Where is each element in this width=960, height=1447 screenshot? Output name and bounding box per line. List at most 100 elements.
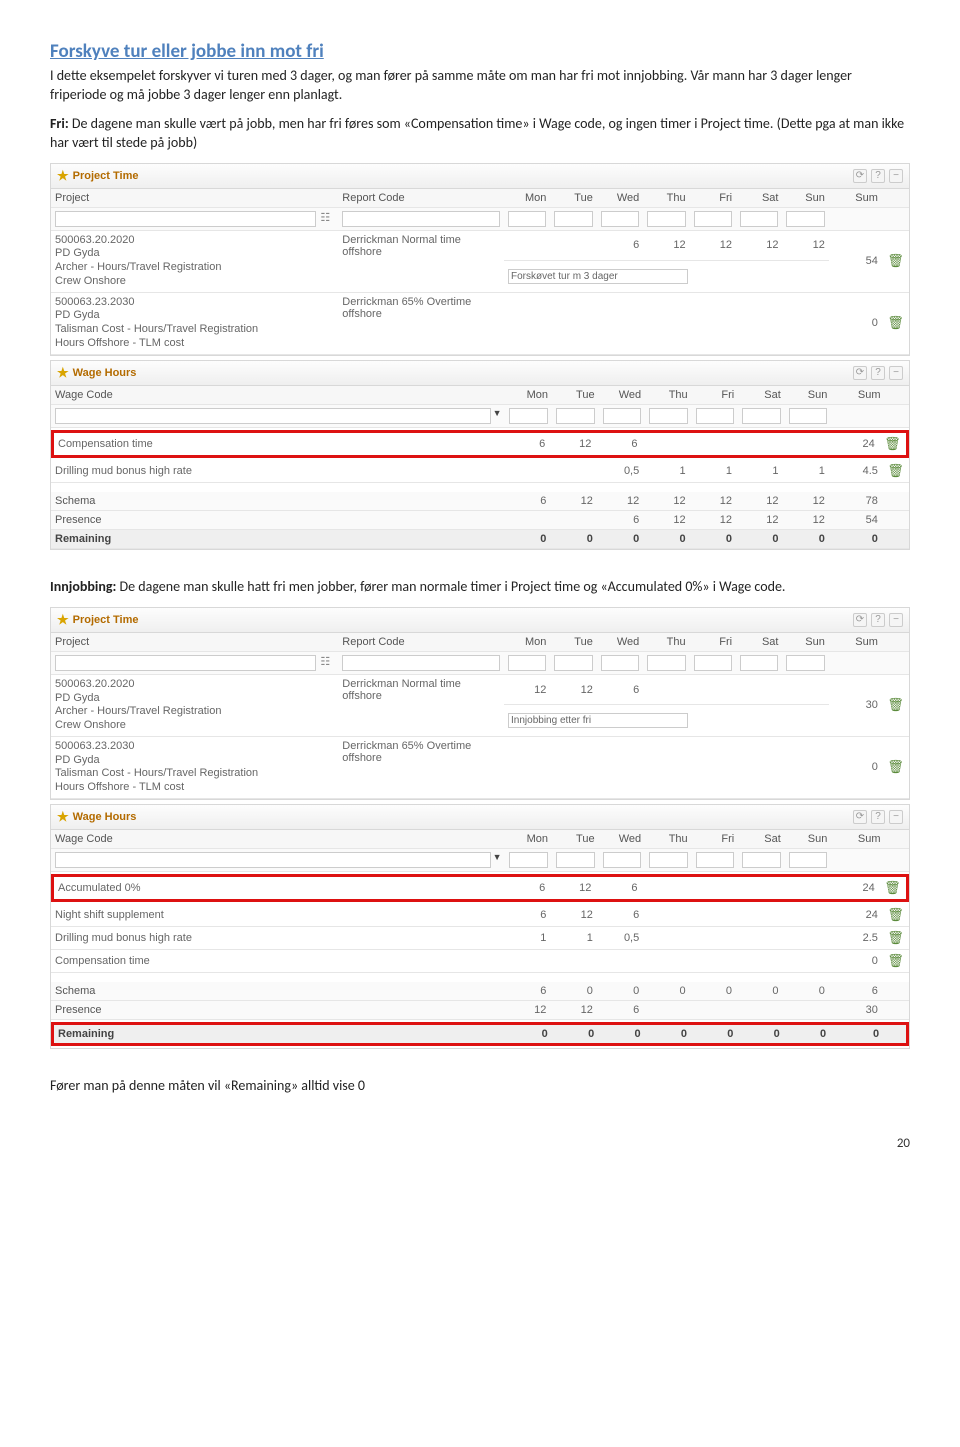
cell: 0 [736, 530, 782, 549]
panel-title: Project Time [73, 170, 139, 182]
collapse-icon[interactable]: − [889, 613, 903, 627]
collapse-icon[interactable]: − [889, 169, 903, 183]
day-input[interactable] [554, 655, 592, 671]
sum-cell: 78 [829, 492, 882, 511]
day-input[interactable] [554, 211, 592, 227]
help-icon[interactable]: ? [871, 169, 885, 183]
trash-icon[interactable]: 🗑 [884, 880, 901, 895]
cell: 0,5 [597, 460, 643, 483]
table-row: 500063.23.2030 PD Gyda Talisman Cost - H… [51, 736, 909, 798]
day-input[interactable] [509, 408, 548, 424]
cell: 1 [504, 926, 550, 949]
help-icon[interactable]: ? [871, 810, 885, 824]
day-input[interactable] [789, 408, 828, 424]
wagecode-input[interactable] [55, 852, 491, 868]
day-input[interactable] [649, 408, 688, 424]
project-input[interactable] [55, 655, 316, 671]
trash-icon[interactable]: 🗑 [887, 315, 904, 330]
cell [690, 674, 736, 704]
day-input[interactable] [647, 211, 685, 227]
cell: 12 [550, 492, 596, 511]
project-input[interactable] [55, 211, 316, 227]
cell [736, 904, 782, 927]
intro2-text: De dagene man skulle vært på jobb, men h… [50, 115, 904, 151]
dropdown-icon[interactable]: ▼ [491, 852, 502, 868]
cell: 12 [504, 1001, 550, 1020]
project-cell: 500063.20.2020 PD Gyda Archer - Hours/Tr… [51, 230, 338, 292]
cell [504, 292, 550, 354]
day-input[interactable] [694, 655, 732, 671]
day-input[interactable] [556, 852, 595, 868]
tree-picker-icon[interactable]: ☷ [316, 656, 334, 670]
day-input[interactable] [556, 408, 595, 424]
collapse-icon[interactable]: − [889, 810, 903, 824]
cell: 0 [597, 982, 643, 1001]
day-input[interactable] [508, 655, 546, 671]
day-input[interactable] [694, 211, 732, 227]
refresh-icon[interactable]: ⟳ [853, 613, 867, 627]
trash-icon[interactable]: 🗑 [887, 759, 904, 774]
star-icon: ★ [57, 809, 69, 825]
day-input[interactable] [786, 655, 824, 671]
cell: 0 [691, 1024, 737, 1045]
day-input[interactable] [740, 655, 778, 671]
trash-icon[interactable]: 🗑 [887, 697, 904, 712]
cell: 0 [552, 1024, 598, 1045]
help-icon[interactable]: ? [871, 613, 885, 627]
sum-cell: 0 [830, 1024, 883, 1045]
day-input[interactable] [696, 408, 735, 424]
accumulated-row-highlight: Accumulated 0% 6 12 6 24 🗑 [51, 874, 909, 902]
day-input[interactable] [786, 211, 824, 227]
day-input[interactable] [601, 655, 639, 671]
day-input[interactable] [603, 852, 642, 868]
day-input[interactable] [509, 852, 548, 868]
sum-cell: 0 [829, 949, 882, 972]
cell [643, 926, 689, 949]
note-input[interactable] [508, 269, 688, 284]
day-input[interactable] [508, 211, 546, 227]
day-input[interactable] [740, 211, 778, 227]
day-input[interactable] [742, 852, 781, 868]
refresh-icon[interactable]: ⟳ [853, 810, 867, 824]
day-input[interactable] [789, 852, 828, 868]
trash-icon[interactable]: 🗑 [887, 907, 904, 922]
trash-icon[interactable]: 🗑 [887, 253, 904, 268]
refresh-icon[interactable]: ⟳ [853, 366, 867, 380]
cell [690, 1001, 736, 1020]
trash-icon[interactable]: 🗑 [887, 930, 904, 945]
day-input[interactable] [649, 852, 688, 868]
trash-icon[interactable]: 🗑 [887, 953, 904, 968]
refresh-icon[interactable]: ⟳ [853, 169, 867, 183]
project-time-table-2: Project Report Code Mon Tue Wed Thu Fri … [51, 633, 909, 799]
day-input[interactable] [696, 852, 735, 868]
wagecode-input[interactable] [55, 408, 491, 424]
reportcode-input[interactable] [342, 211, 500, 227]
day-input[interactable] [603, 408, 642, 424]
tree-picker-icon[interactable]: ☷ [316, 212, 334, 226]
cell [736, 926, 782, 949]
cell: 0 [782, 530, 828, 549]
dropdown-icon[interactable]: ▼ [491, 408, 502, 424]
note-input[interactable] [508, 713, 688, 728]
intro2-prefix: Fri: [50, 115, 69, 132]
help-icon[interactable]: ? [871, 366, 885, 380]
trash-icon[interactable]: 🗑 [887, 463, 904, 478]
remaining-row-highlight: Remaining 0 0 0 0 0 0 0 0 [51, 1022, 909, 1046]
cell [736, 1001, 782, 1020]
reportcode-input[interactable] [342, 655, 500, 671]
cell: 1 [690, 460, 736, 483]
cell: 12 [549, 431, 595, 456]
cell: 6 [597, 1001, 643, 1020]
col-fri: Fri [692, 386, 739, 405]
day-input[interactable] [647, 655, 685, 671]
cell [734, 431, 780, 456]
row-label: Remaining [53, 1024, 506, 1045]
cell: 12 [736, 511, 782, 530]
trash-icon[interactable]: 🗑 [884, 436, 901, 451]
cell [782, 949, 828, 972]
collapse-icon[interactable]: − [889, 366, 903, 380]
cell: 12 [643, 492, 689, 511]
sum-cell: 6 [829, 982, 882, 1001]
day-input[interactable] [601, 211, 639, 227]
day-input[interactable] [742, 408, 781, 424]
